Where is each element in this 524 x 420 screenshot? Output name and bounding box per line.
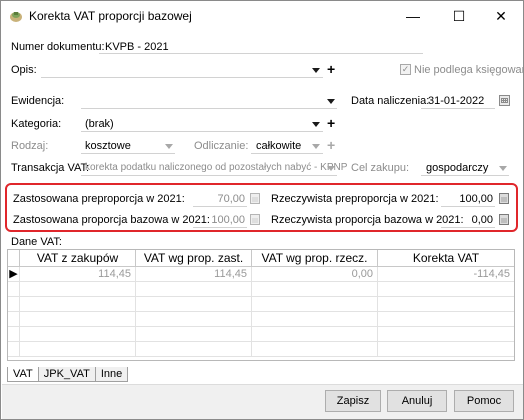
- cel-zakupu-select[interactable]: gospodarczy: [426, 162, 488, 174]
- grid-header-indicator: [8, 250, 20, 267]
- empty-row: [8, 342, 514, 357]
- empty-row: [8, 297, 514, 312]
- grid-header-cell[interactable]: Korekta VAT: [378, 250, 514, 267]
- ewidencja-select[interactable]: [81, 95, 321, 107]
- zast-preproporcja-underline: [193, 206, 247, 207]
- close-button[interactable]: ✕: [479, 1, 523, 31]
- odliczanie-select[interactable]: całkowite: [256, 140, 301, 152]
- empty-row: [8, 312, 514, 327]
- transakcja-vat-dropdown-icon[interactable]: [327, 166, 335, 171]
- table-cell[interactable]: 114,45: [20, 267, 136, 282]
- zast-preproporcja-label: Zastosowana preproporcja w 2021:: [13, 193, 185, 205]
- table-cell[interactable]: 0,00: [252, 267, 378, 282]
- save-button[interactable]: Zapisz: [325, 390, 381, 412]
- data-naliczenia-underline: [421, 108, 495, 109]
- rzecz-preproporcja-underline: [441, 206, 495, 207]
- numer-dokumentu-underline: [99, 53, 423, 54]
- transakcja-vat-underline: [81, 175, 337, 176]
- kategoria-select[interactable]: (brak): [85, 118, 114, 130]
- grid-header-cell[interactable]: VAT wg prop. zast.: [136, 250, 252, 267]
- tab-jpk-vat[interactable]: JPK_VAT: [37, 367, 96, 382]
- rodzaj-underline: [81, 153, 175, 154]
- empty-row: [8, 327, 514, 342]
- maximize-button[interactable]: ☐: [437, 1, 481, 31]
- rzecz-preproporcja-label: Rzeczywista preproporcja w 2021:: [271, 193, 439, 205]
- rzecz-bazowa-input[interactable]: 0,00: [449, 214, 493, 226]
- empty-row: [8, 282, 514, 297]
- rzecz-preproporcja-calculator-icon[interactable]: [499, 193, 509, 204]
- grid-header: VAT z zakupów VAT wg prop. zast. VAT wg …: [8, 250, 514, 267]
- opis-input[interactable]: [41, 64, 311, 76]
- odliczanie-dropdown-icon[interactable]: [312, 144, 320, 149]
- kategoria-underline: [81, 131, 323, 132]
- ewidencja-underline: [81, 108, 337, 109]
- grid-header-cell[interactable]: VAT wg prop. rzecz.: [252, 250, 378, 267]
- zast-preproporcja-input[interactable]: 70,00: [201, 193, 245, 205]
- rzecz-bazowa-calculator-icon[interactable]: [499, 214, 509, 225]
- zast-bazowa-calculator-icon[interactable]: [250, 214, 260, 225]
- zast-bazowa-label: Zastosowana proporcja bazowa w 2021:: [13, 214, 210, 226]
- nie-podlega-checkbox[interactable]: ✓: [400, 64, 411, 75]
- zast-preproporcja-calculator-icon[interactable]: [250, 193, 260, 204]
- dialog-window: Korekta VAT proporcji bazowej — ☐ ✕ Nume…: [0, 0, 524, 420]
- table-cell[interactable]: -114,45: [378, 267, 514, 282]
- cel-zakupu-dropdown-icon[interactable]: [499, 166, 507, 171]
- rzecz-bazowa-label: Rzeczywista proporcja bazowa w 2021:: [271, 214, 464, 226]
- cancel-button[interactable]: Anuluj: [387, 390, 447, 412]
- zast-bazowa-underline: [193, 227, 247, 228]
- transakcja-vat-label: Transakcja VAT:: [11, 162, 90, 174]
- data-naliczenia-input[interactable]: 31-01-2022: [428, 95, 484, 107]
- data-naliczenia-label: Data naliczenia:: [351, 95, 430, 107]
- rzecz-bazowa-underline: [441, 227, 495, 228]
- ewidencja-dropdown-icon[interactable]: [327, 99, 335, 104]
- ewidencja-label: Ewidencja:: [11, 95, 65, 107]
- rodzaj-label: Rodzaj:: [11, 140, 49, 152]
- opis-underline: [41, 77, 323, 78]
- kategoria-dropdown-icon[interactable]: [312, 122, 320, 127]
- dane-vat-label: Dane VAT:: [11, 236, 62, 248]
- odliczanie-add-icon[interactable]: +: [327, 138, 335, 152]
- tab-inne[interactable]: Inne: [94, 367, 129, 382]
- nie-podlega-label: Nie podlega księgowaniu: [414, 64, 524, 76]
- title-bar: Korekta VAT proporcji bazowej — ☐ ✕: [1, 1, 523, 31]
- rzecz-preproporcja-input[interactable]: 100,00: [449, 193, 493, 205]
- zast-bazowa-input[interactable]: 100,00: [201, 214, 245, 226]
- opis-add-icon[interactable]: +: [327, 62, 335, 76]
- kategoria-label: Kategoria:: [11, 118, 62, 130]
- opis-label: Opis:: [11, 64, 37, 76]
- odliczanie-underline: [251, 153, 323, 154]
- dane-vat-grid[interactable]: VAT z zakupów VAT wg prop. zast. VAT wg …: [7, 249, 515, 361]
- tab-vat[interactable]: VAT: [7, 367, 39, 382]
- numer-dokumentu-input[interactable]: KVPB - 2021: [105, 41, 169, 53]
- help-button[interactable]: Pomoc: [454, 390, 514, 412]
- table-row[interactable]: ▶ 114,45 114,45 0,00 -114,45: [8, 267, 514, 282]
- cel-zakupu-label: Cel zakupu:: [351, 162, 410, 174]
- minimize-button[interactable]: —: [391, 1, 435, 31]
- numer-dokumentu-label: Numer dokumentu:: [11, 41, 105, 53]
- opis-dropdown-icon[interactable]: [312, 68, 320, 73]
- cel-zakupu-underline: [421, 175, 509, 176]
- rodzaj-dropdown-icon[interactable]: [165, 144, 173, 149]
- window-title: Korekta VAT proporcji bazowej: [29, 9, 192, 23]
- row-indicator: ▶: [8, 267, 20, 282]
- bottom-tabs: VAT JPK_VAT Inne: [7, 367, 129, 383]
- table-cell[interactable]: 114,45: [136, 267, 252, 282]
- rodzaj-select[interactable]: kosztowe: [85, 140, 131, 152]
- odliczanie-label: Odliczanie:: [194, 140, 249, 152]
- grid-header-cell[interactable]: VAT z zakupów: [20, 250, 136, 267]
- kategoria-add-icon[interactable]: +: [327, 116, 335, 130]
- transakcja-vat-select[interactable]: korekta podatku naliczonego od pozostały…: [85, 162, 347, 173]
- calendar-icon[interactable]: [499, 95, 510, 106]
- app-icon: [10, 12, 22, 22]
